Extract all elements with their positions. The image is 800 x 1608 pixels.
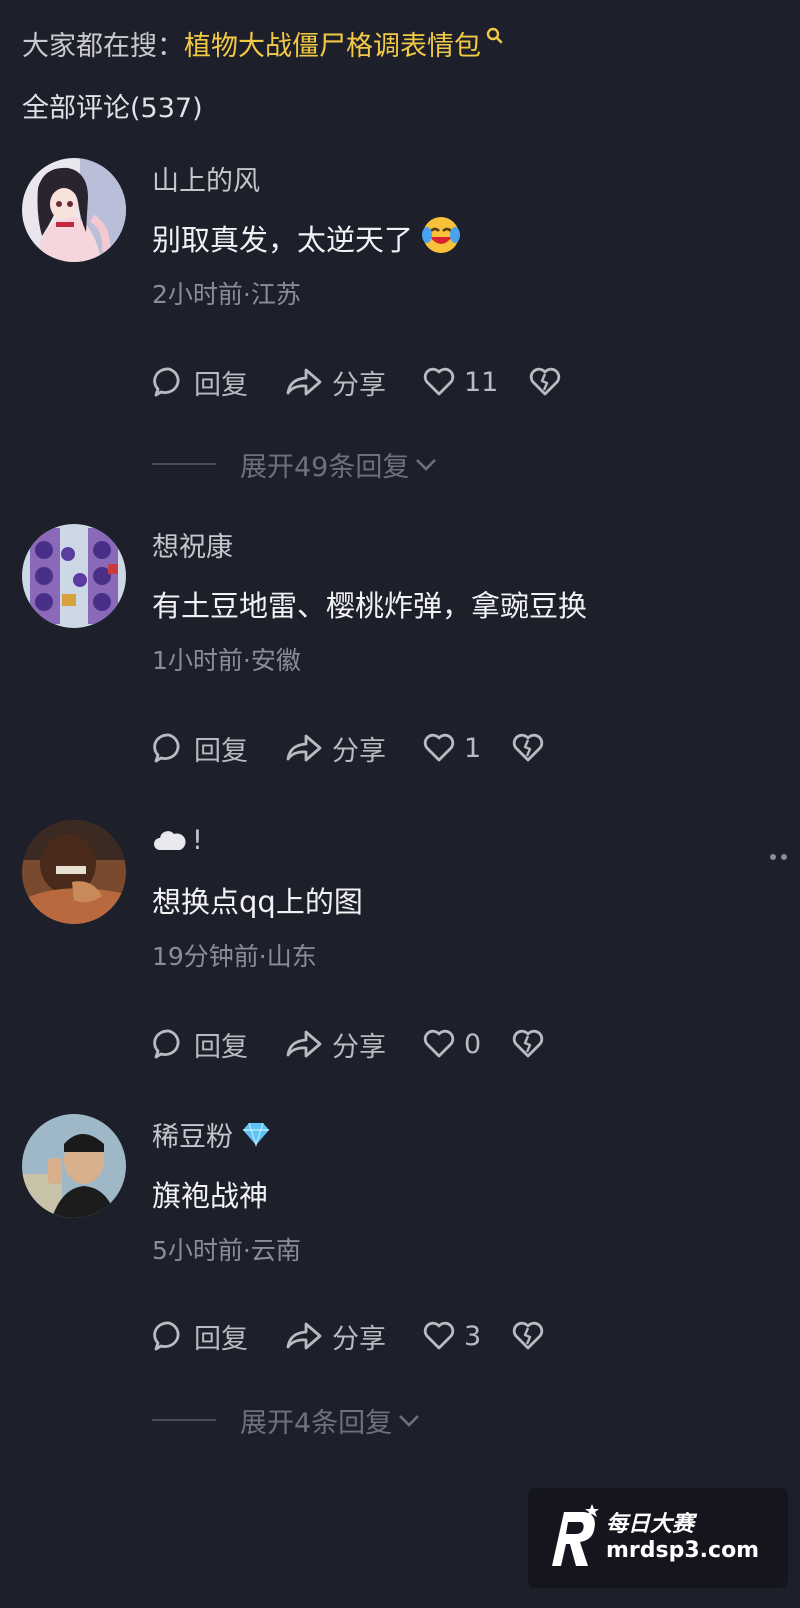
broken-heart-icon: [530, 367, 561, 396]
heart-icon: [423, 367, 455, 396]
reply-label[interactable]: 回复: [194, 1317, 248, 1356]
divider-line: [152, 463, 216, 465]
cloud-icon: [154, 831, 186, 850]
heart-icon: [423, 1029, 455, 1058]
brand-logo-icon: [552, 1504, 599, 1566]
share-button[interactable]: 分享: [284, 729, 386, 768]
dislike-button[interactable]: [511, 1320, 553, 1352]
username-text[interactable]: 稀豆粉: [152, 1115, 233, 1154]
avatar[interactable]: [22, 158, 126, 262]
comment-actions: 回复 分享 0: [152, 1024, 589, 1064]
search-suggestion-query[interactable]: 植物大战僵尸格调表情包: [184, 24, 481, 63]
share-arrow-icon: [286, 368, 322, 396]
more-options-icon[interactable]: [770, 842, 800, 872]
username[interactable]: 山上的风: [152, 158, 760, 198]
comments-count: 全部评论(537): [22, 93, 203, 124]
divider-line: [152, 1419, 216, 1421]
share-label[interactable]: 分享: [332, 1317, 386, 1356]
like-button[interactable]: 1: [422, 732, 481, 764]
expand-replies-button[interactable]: 展开4条回复: [152, 1400, 422, 1440]
like-count: 3: [464, 1320, 482, 1352]
comment-actions: 回复 分享 11: [152, 362, 606, 402]
expand-replies-button[interactable]: 展开49条回复: [152, 444, 439, 484]
share-button[interactable]: 分享: [284, 1317, 386, 1356]
diamond-badge-icon: [243, 1122, 269, 1147]
comment-text: 别取真发，太逆天了: [152, 216, 760, 260]
comment-text: 有土豆地雷、樱桃炸弹，拿豌豆换: [152, 582, 760, 626]
watermark-url: mrdsp3.com: [606, 1538, 760, 1563]
username[interactable]: 想祝康: [152, 524, 760, 564]
dislike-button[interactable]: [511, 1028, 553, 1060]
laughing-tears-emoji-icon: [421, 215, 461, 262]
reply-label[interactable]: 回复: [194, 1025, 248, 1064]
comment-meta: 5小时前·云南: [152, 1236, 301, 1265]
comment-text: 旗袍战神: [152, 1172, 760, 1216]
comment-bubble-icon: [153, 1321, 180, 1351]
username-text[interactable]: !: [192, 825, 203, 856]
dislike-button[interactable]: [511, 732, 553, 764]
like-count: 11: [464, 366, 499, 398]
share-arrow-icon: [286, 1322, 322, 1350]
broken-heart-icon: [513, 733, 544, 762]
reply-button[interactable]: 回复: [152, 1317, 248, 1356]
like-button[interactable]: 0: [422, 1028, 481, 1060]
avatar[interactable]: [22, 820, 126, 924]
like-count: 1: [464, 732, 482, 764]
like-count: 0: [464, 1028, 482, 1060]
reply-button[interactable]: 回复: [152, 363, 248, 402]
watermark-title: 每日大赛: [606, 1512, 695, 1537]
share-button[interactable]: 分享: [284, 1025, 386, 1064]
comment-bubble-icon: [153, 1029, 180, 1059]
broken-heart-icon: [513, 1321, 544, 1350]
reply-label[interactable]: 回复: [194, 729, 248, 768]
comment-text: 想换点qq上的图: [152, 878, 760, 922]
comment-bubble-icon: [153, 733, 180, 763]
comment-actions: 回复 分享 3: [152, 1316, 589, 1356]
comment-meta: 2小时前·江苏: [152, 280, 301, 309]
heart-icon: [423, 733, 455, 762]
avatar[interactable]: [22, 1114, 126, 1218]
game-sprites-avatar-image: [22, 524, 126, 628]
search-icon: [486, 27, 503, 43]
comment-bubble-icon: [153, 367, 180, 397]
comment-actions: 回复 分享 1: [152, 728, 589, 768]
username[interactable]: !: [152, 820, 760, 860]
search-suggestion: 大家都在搜： 植物大战僵尸格调表情包: [22, 18, 505, 68]
man-photo-avatar-image: [22, 820, 126, 924]
reply-label[interactable]: 回复: [194, 363, 248, 402]
reply-button[interactable]: 回复: [152, 729, 248, 768]
username[interactable]: 稀豆粉: [152, 1114, 760, 1154]
share-button[interactable]: 分享: [284, 363, 386, 402]
expand-replies-label[interactable]: 展开49条回复: [240, 445, 409, 484]
share-arrow-icon: [286, 734, 322, 762]
expand-replies-label[interactable]: 展开4条回复: [240, 1401, 392, 1440]
comment-text-content: 想换点qq上的图: [152, 885, 363, 919]
share-label[interactable]: 分享: [332, 363, 386, 402]
comment-text-content: 有土豆地雷、樱桃炸弹，拿豌豆换: [152, 589, 588, 623]
reply-button[interactable]: 回复: [152, 1025, 248, 1064]
search-suggestion-link[interactable]: 植物大战僵尸格调表情包: [184, 24, 505, 63]
dislike-button[interactable]: [528, 366, 570, 398]
comment-text-content: 旗袍战神: [152, 1179, 269, 1213]
share-label[interactable]: 分享: [332, 1025, 386, 1064]
share-label[interactable]: 分享: [332, 729, 386, 768]
share-arrow-icon: [286, 1030, 322, 1058]
avatar[interactable]: [22, 524, 126, 628]
like-button[interactable]: 11: [422, 366, 498, 398]
heart-icon: [423, 1321, 455, 1350]
chevron-down-icon: [416, 459, 437, 471]
comment-meta: 19分钟前·山东: [152, 942, 317, 971]
comment-text-content: 别取真发，太逆天了: [152, 223, 414, 257]
broken-heart-icon: [513, 1029, 544, 1058]
search-suggestion-prefix: 大家都在搜：: [22, 30, 184, 62]
anime-girl-avatar-image: [22, 158, 126, 262]
watermark: 每日大赛 mrdsp3.com: [528, 1488, 788, 1588]
comment-meta: 1小时前·安徽: [152, 646, 301, 675]
chevron-down-icon: [399, 1415, 420, 1427]
man-portrait-avatar-image: [22, 1114, 126, 1218]
like-button[interactable]: 3: [422, 1320, 481, 1352]
